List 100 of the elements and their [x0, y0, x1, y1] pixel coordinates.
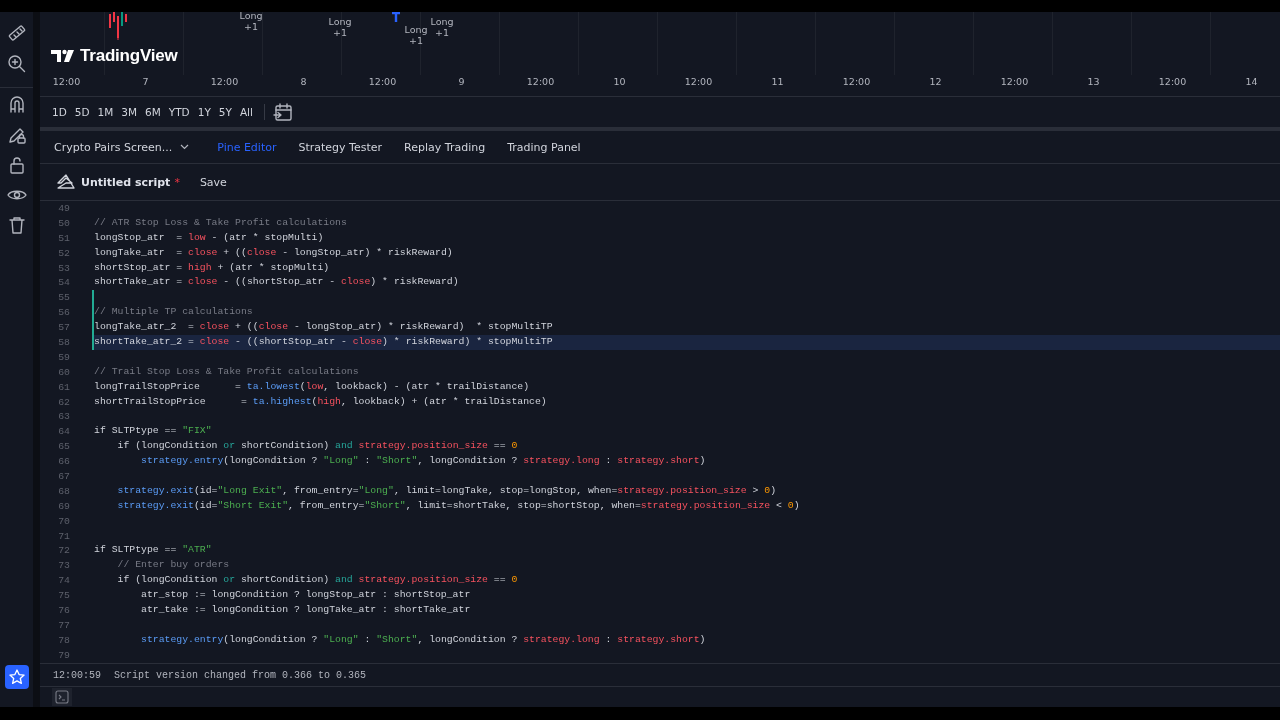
line-number: 50 — [57, 217, 70, 229]
axis-label: 12:00 — [1000, 76, 1029, 87]
trade-label: Long — [404, 24, 428, 35]
line-number: 66 — [57, 456, 70, 468]
range-button[interactable]: 1M — [94, 104, 117, 120]
range-button[interactable]: 3M — [118, 104, 141, 120]
line-number: 71 — [57, 530, 70, 542]
line-number: 78 — [57, 634, 70, 646]
zoom-in-icon[interactable] — [5, 53, 28, 75]
axis-label: 12:00 — [842, 76, 871, 87]
panel-tab[interactable]: Strategy Tester — [298, 136, 383, 158]
line-number: 49 — [57, 202, 70, 214]
axis-label: 12:00 — [368, 76, 397, 87]
code-line: // Trail Stop Loss & Take Profit calculations — [94, 364, 360, 379]
code-line: longTake_atr = close + ((close - longStop_atr) * riskReward) — [94, 245, 454, 260]
calendar-goto-icon[interactable] — [272, 102, 293, 122]
candlestick-drawing — [106, 12, 130, 40]
code-line: longStop_atr = low - (atr * stopMulti) — [94, 230, 325, 245]
line-number: 67 — [57, 470, 70, 482]
star-icon — [7, 668, 26, 686]
code-line: strategy.exit(id="Long Exit", from_entry="Long", limit=longTake, stop=longStop, when=strategy.position_size > 0) — [116, 483, 778, 498]
line-number: 56 — [57, 307, 70, 319]
tradingview-logo-icon — [51, 49, 75, 63]
line-number: 51 — [57, 232, 70, 244]
axis-label: 10 — [613, 76, 626, 87]
line-number: 68 — [57, 485, 70, 497]
code-line: strategy.exit(id="Short Exit", from_entry="Short", limit=shortTake, stop=shortStop, when=strategy.position_size < 0) — [116, 498, 801, 513]
code-line: shortStop_atr = high + (atr * stopMulti) — [94, 260, 331, 275]
trade-count: +1 — [409, 35, 423, 46]
panel-tab[interactable]: Pine Editor — [217, 136, 277, 158]
code-line: // Enter buy orders — [116, 558, 231, 573]
line-number: 53 — [57, 262, 70, 274]
favorites-button[interactable] — [4, 665, 29, 689]
axis-label: 7 — [142, 76, 149, 87]
code-line: longTrailStopPrice = ta.lowest(low, lookback) - (atr * trailDistance) — [94, 379, 531, 394]
line-number: 76 — [57, 605, 70, 616]
line-number: 55 — [57, 292, 70, 304]
axis-label: 13 — [1087, 76, 1100, 87]
line-number: 54 — [57, 277, 70, 289]
range-button[interactable]: 1Y — [194, 104, 214, 120]
line-number: 52 — [57, 247, 70, 259]
line-number: 62 — [57, 396, 70, 408]
save-button[interactable]: Save — [193, 171, 233, 193]
line-number: 69 — [57, 500, 70, 512]
axis-label: 12:00 — [210, 76, 239, 87]
axis-label: 12:00 — [526, 76, 555, 87]
code-line: if (longCondition or shortCondition) and strategy.position_size == 0 — [116, 573, 519, 588]
axis-label: 9 — [458, 76, 465, 87]
range-button[interactable]: 1D — [49, 104, 70, 120]
panel-tab[interactable]: Trading Panel — [507, 136, 581, 158]
trade-count: +1 — [435, 27, 449, 38]
line-number: 59 — [57, 351, 70, 363]
line-number: 77 — [57, 619, 70, 631]
line-number: 73 — [57, 560, 70, 572]
line-number: 58 — [57, 336, 70, 348]
line-number: 57 — [57, 322, 70, 334]
line-number: 65 — [57, 441, 70, 453]
terminal-icon — [55, 690, 69, 704]
range-button[interactable]: 5Y — [215, 104, 235, 120]
range-button[interactable]: 6M — [142, 104, 164, 120]
script-menu[interactable]: Crypto Pairs Screen... — [48, 136, 196, 158]
code-line: if SLTPtype == "ATR" — [94, 543, 213, 558]
line-number: 74 — [57, 575, 70, 587]
axis-label: 12:00 — [1158, 76, 1187, 87]
script-title: Untitled script — [81, 175, 171, 189]
axis-label: 12 — [929, 76, 942, 87]
entry-marker-icon — [391, 12, 401, 22]
log-message: Script version changed from 0.366 to 0.365 — [114, 669, 367, 681]
range-button[interactable]: YTD — [165, 104, 193, 120]
code-line: strategy.entry(longCondition ? "Long" : "Short", longCondition ? strategy.long : strategy.short) — [140, 632, 707, 647]
code-line: shortTrailStopPrice = ta.highest(high, lookback) + (atr * trailDistance) — [94, 394, 548, 409]
pine-script-icon — [57, 174, 75, 190]
trade-label: Long — [328, 16, 352, 27]
line-number: 75 — [57, 590, 70, 602]
panel-tab[interactable]: Replay Trading — [404, 136, 486, 158]
axis-label: 12:00 — [684, 76, 713, 87]
line-number: 61 — [57, 381, 70, 393]
code-line: // Multiple TP calculations — [94, 305, 254, 320]
terminal-button[interactable] — [52, 688, 72, 706]
code-line: atr_stop := longCondition ? longStop_atr : shortStop_atr — [140, 588, 472, 603]
axis-label: 14 — [1245, 76, 1258, 87]
line-number: 79 — [57, 649, 70, 661]
trade-count: +1 — [244, 21, 258, 32]
log-time: 12:00:59 — [53, 669, 101, 681]
chevron-down-icon — [180, 144, 190, 150]
unsaved-mark: * — [174, 175, 180, 189]
axis-label: 8 — [300, 76, 307, 87]
line-number: 63 — [57, 411, 70, 423]
logo-text: TradingView — [80, 46, 178, 66]
trade-count: +1 — [333, 27, 347, 38]
range-button[interactable]: All — [236, 104, 256, 120]
axis-label: 11 — [771, 76, 784, 87]
trade-label: Long — [430, 16, 454, 27]
code-line: shortTake_atr = close - ((shortStop_atr - close) * riskReward) — [94, 275, 460, 290]
axis-label: 12:00 — [52, 76, 81, 87]
range-button[interactable]: 5D — [71, 104, 93, 120]
code-line: strategy.entry(longCondition ? "Long" : "Short", longCondition ? strategy.long : strategy.short) — [140, 454, 707, 469]
code-line: // ATR Stop Loss & Take Profit calculations — [94, 215, 348, 230]
trade-label: Long — [239, 12, 263, 21]
line-number: 64 — [57, 426, 70, 438]
